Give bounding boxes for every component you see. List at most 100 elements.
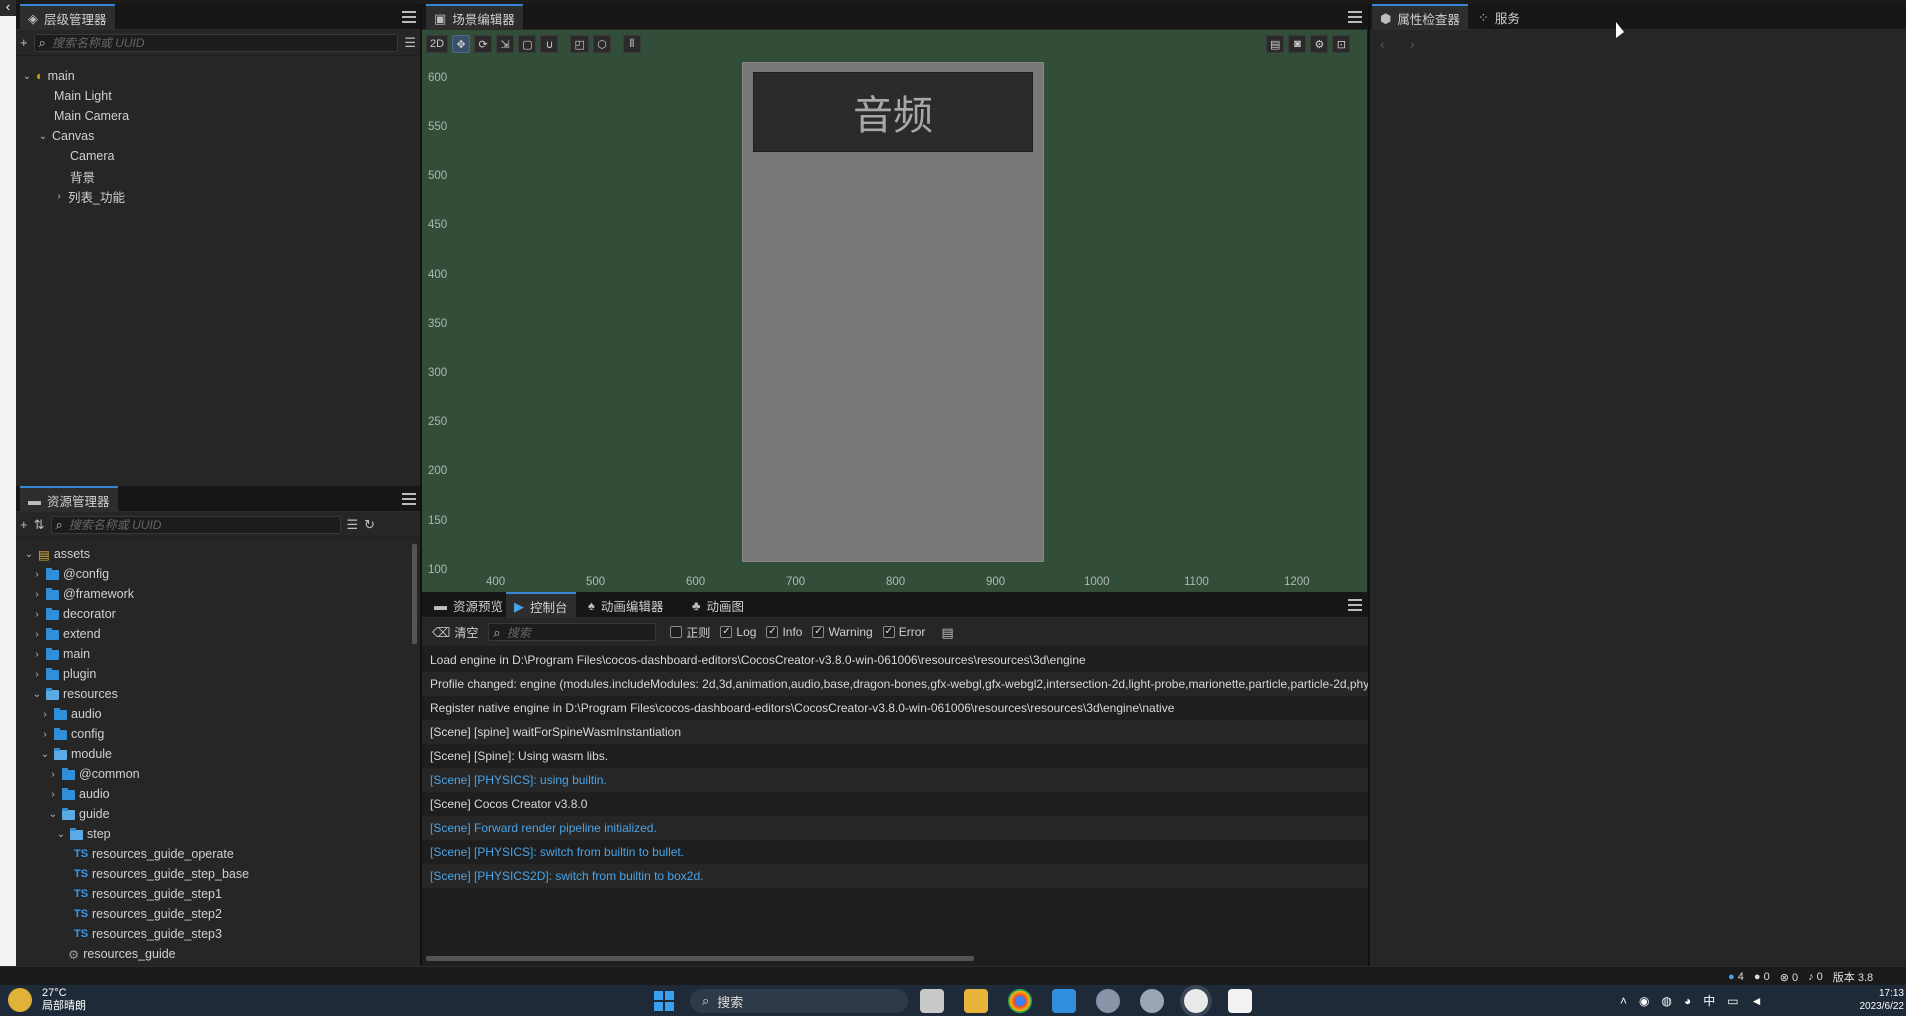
- chevron-right-icon[interactable]: ›: [32, 669, 42, 680]
- tree-node-canvas[interactable]: ⌄ Canvas: [38, 126, 95, 146]
- tab-service[interactable]: ⁘ 服务: [1470, 4, 1528, 30]
- tree-node-list-function[interactable]: › 列表_功能: [54, 186, 125, 206]
- sort-icon[interactable]: ⇅: [34, 518, 45, 531]
- asset-folder[interactable]: › audio: [40, 704, 101, 724]
- clock[interactable]: 17:13 2023/6/22: [1854, 987, 1905, 1013]
- panel-menu-icon[interactable]: [1348, 599, 1362, 611]
- snap-tool-icon[interactable]: ∪: [540, 35, 559, 53]
- chevron-right-icon[interactable]: ›: [48, 789, 58, 800]
- canvas-frame[interactable]: 音频: [742, 62, 1044, 562]
- tree-node-main-camera[interactable]: Main Camera: [54, 106, 129, 126]
- asset-script[interactable]: TS resources_guide_step1: [74, 884, 222, 904]
- app-window-icon[interactable]: [1228, 989, 1252, 1013]
- info-count[interactable]: ● 4: [1728, 971, 1744, 983]
- sort-list-icon[interactable]: ☰: [404, 36, 416, 49]
- tray-app-icon[interactable]: ◉: [1639, 994, 1649, 1008]
- pivot-icon[interactable]: ◰: [570, 35, 589, 53]
- assets-search-input[interactable]: ⌕ 搜索名称或 UUID: [50, 515, 341, 534]
- chevron-up-icon[interactable]: ˄: [1620, 994, 1627, 1008]
- windows-start-icon[interactable]: [654, 991, 674, 1011]
- refresh-icon[interactable]: ↻: [364, 518, 375, 531]
- ime-indicator[interactable]: 中: [1703, 992, 1715, 1009]
- chevron-down-icon[interactable]: ⌄: [40, 749, 50, 760]
- tab-console[interactable]: ▶ 控制台: [506, 592, 576, 618]
- error-count[interactable]: ⊗ 0: [1780, 971, 1798, 984]
- asset-folder[interactable]: › extend: [32, 624, 100, 644]
- tree-node-main[interactable]: ⌄ ◐ main: [22, 66, 75, 86]
- chrome-icon[interactable]: [1008, 989, 1032, 1013]
- chevron-right-icon[interactable]: ›: [32, 589, 42, 600]
- camera-icon[interactable]: ◙: [1288, 35, 1307, 53]
- vscode-icon[interactable]: [1052, 989, 1076, 1013]
- asset-folder[interactable]: › config: [40, 724, 104, 744]
- tab-scene-editor[interactable]: ▣ 场景编辑器: [426, 4, 523, 30]
- back-arrow-icon[interactable]: ‹: [0, 0, 16, 16]
- asset-folder[interactable]: ⌄ resources: [32, 684, 118, 704]
- panel-menu-icon[interactable]: [402, 493, 416, 505]
- settings-icon[interactable]: ⚙: [1310, 35, 1329, 53]
- local-global-icon[interactable]: ⬡: [592, 35, 611, 53]
- weather-widget[interactable]: 27°C 局部晴朗: [42, 987, 86, 1013]
- tree-node-main-light[interactable]: Main Light: [54, 86, 112, 106]
- weather-icon[interactable]: [8, 988, 32, 1012]
- tray-cat-icon[interactable]: ◍: [1662, 994, 1672, 1008]
- asset-script[interactable]: TS resources_guide_operate: [74, 844, 234, 864]
- asset-folder[interactable]: ⌄ guide: [48, 804, 110, 824]
- chevron-right-icon[interactable]: ›: [40, 709, 50, 720]
- warning-checkbox[interactable]: ✓ Warning: [812, 625, 873, 639]
- hierarchy-search-input[interactable]: ⌕ 搜索名称或 UUID: [33, 33, 399, 52]
- asset-root[interactable]: ⌄ ▤ assets: [24, 544, 90, 564]
- info-checkbox[interactable]: ✓ Info: [766, 625, 802, 639]
- chevron-down-icon[interactable]: ⌄: [48, 809, 58, 820]
- chevron-down-icon[interactable]: ⌄: [22, 71, 32, 82]
- asset-script[interactable]: TS resources_guide_step3: [74, 924, 222, 944]
- asset-folder[interactable]: › @framework: [32, 584, 134, 604]
- volume-icon[interactable]: ◄: [1751, 994, 1763, 1008]
- move-tool-icon[interactable]: ✥: [452, 35, 471, 53]
- align-icon[interactable]: ⫴: [622, 35, 641, 53]
- tab-animation-graph[interactable]: ♣ 动画图: [684, 592, 752, 618]
- mode-2d-button[interactable]: 2D: [426, 35, 449, 53]
- console-search-input[interactable]: ⌕ 搜索: [488, 623, 657, 641]
- rotate-tool-icon[interactable]: ⟳: [474, 35, 493, 53]
- scrollbar[interactable]: [412, 544, 417, 644]
- list-view-icon[interactable]: ☰: [347, 518, 359, 531]
- tree-node-camera[interactable]: Camera: [70, 146, 114, 166]
- chevron-down-icon[interactable]: ⌄: [38, 131, 48, 142]
- asset-folder[interactable]: › @common: [48, 764, 139, 784]
- resolution-icon[interactable]: ▤: [1266, 35, 1285, 53]
- notification-count[interactable]: ♪ 0: [1808, 971, 1823, 983]
- tab-inspector[interactable]: ⬢ 属性检查器: [1372, 4, 1468, 30]
- tab-asset-preview[interactable]: ▬ 资源预览: [426, 592, 511, 618]
- chevron-right-icon[interactable]: ›: [32, 609, 42, 620]
- add-asset-icon[interactable]: +: [20, 518, 28, 531]
- asset-folder[interactable]: › @config: [32, 564, 109, 584]
- tray-penguin-icon[interactable]: ◕: [1684, 994, 1691, 1008]
- chevron-down-icon[interactable]: ⌄: [32, 689, 42, 700]
- chevron-down-icon[interactable]: ⌄: [56, 829, 66, 840]
- log-file-icon[interactable]: ▤: [941, 626, 953, 639]
- chevron-right-icon[interactable]: ›: [32, 649, 42, 660]
- log-checkbox[interactable]: ✓ Log: [720, 625, 756, 639]
- horizontal-scrollbar[interactable]: [426, 956, 974, 961]
- chevron-right-icon[interactable]: ›: [48, 769, 58, 780]
- tree-node-background[interactable]: 背景: [70, 166, 95, 186]
- app-icon[interactable]: [1140, 989, 1164, 1013]
- asset-folder[interactable]: ⌄ module: [40, 744, 112, 764]
- panel-menu-icon[interactable]: [402, 11, 416, 23]
- asset-folder[interactable]: › decorator: [32, 604, 115, 624]
- regex-checkbox[interactable]: 正则: [670, 624, 710, 641]
- error-checkbox[interactable]: ✓ Error: [882, 625, 925, 639]
- network-icon[interactable]: ▭: [1727, 994, 1738, 1008]
- asset-script[interactable]: TS resources_guide_step2: [74, 904, 222, 924]
- tab-assets[interactable]: ▬ 资源管理器: [20, 486, 118, 512]
- add-node-icon[interactable]: +: [20, 36, 28, 49]
- rect-tool-icon[interactable]: ▢: [518, 35, 537, 53]
- taskbar-search[interactable]: ⌕ 搜索: [690, 989, 908, 1013]
- asset-folder[interactable]: › audio: [48, 784, 109, 804]
- asset-prefab[interactable]: ⚙ resources_guide: [68, 944, 176, 964]
- clear-button[interactable]: ⌫ 清空: [432, 624, 478, 641]
- title-node[interactable]: 音频: [753, 72, 1033, 152]
- asset-folder[interactable]: › main: [32, 644, 90, 664]
- scale-tool-icon[interactable]: ⇲: [496, 35, 515, 53]
